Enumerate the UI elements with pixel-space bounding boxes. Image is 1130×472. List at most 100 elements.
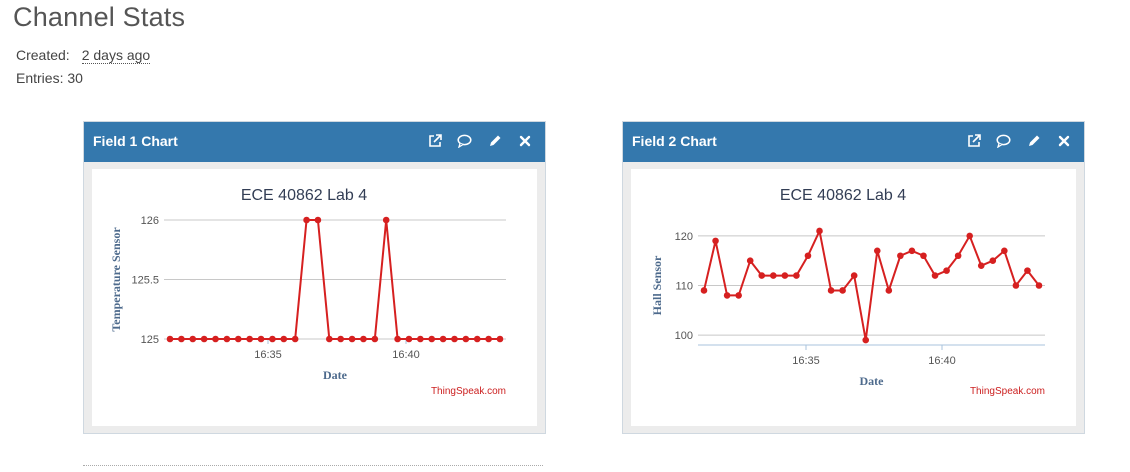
data-point <box>451 335 458 343</box>
x-tick-label: 16:35 <box>254 349 282 361</box>
data-point <box>326 335 333 343</box>
x-tick-label: 16:40 <box>392 349 420 361</box>
data-point <box>781 272 789 279</box>
field-1-chart-panel: Field 1 Chart ECE 40862 Lab 4 125 125.5 126… <box>83 121 546 434</box>
chart-credit: ThingSpeak.com <box>970 386 1045 397</box>
panel-tools <box>426 132 533 150</box>
data-point <box>223 335 231 343</box>
data-point <box>770 272 777 279</box>
data-point <box>793 272 800 279</box>
data-point <box>1012 282 1020 289</box>
data-point <box>758 272 766 279</box>
data-point <box>735 292 742 299</box>
data-point <box>850 272 858 279</box>
data-point <box>839 287 846 294</box>
created-value: 2 days ago <box>81 47 151 64</box>
field-1-line-chart: ECE 40862 Lab 4 125 125.5 126 16:35 16:40 Date… <box>109 187 506 397</box>
x-tick-label: 16:40 <box>928 355 956 367</box>
data-point <box>897 252 904 260</box>
external-link-icon[interactable] <box>426 132 443 150</box>
pencil-icon[interactable] <box>486 132 503 150</box>
external-link-icon[interactable] <box>965 132 982 150</box>
x-tick-label: 16:35 <box>792 355 820 367</box>
entries-value: 30 <box>67 70 83 86</box>
data-point <box>234 335 242 343</box>
data-point <box>462 335 470 343</box>
close-icon[interactable] <box>516 132 533 150</box>
data-point <box>1024 267 1031 274</box>
data-point <box>178 335 185 343</box>
pencil-icon[interactable] <box>1025 132 1042 150</box>
chart-title: ECE 40862 Lab 4 <box>241 187 367 204</box>
data-point <box>746 257 754 265</box>
data-point <box>405 335 413 343</box>
data-point <box>816 227 823 235</box>
y-tick-label: 100 <box>675 330 693 342</box>
x-axis-label: Date <box>860 374 885 388</box>
panel-header: Field 2 Chart <box>623 122 1084 162</box>
data-point <box>1001 247 1008 255</box>
data-point <box>200 335 208 343</box>
data-point <box>257 335 265 343</box>
chart-area: ECE 40862 Lab 4 125 125.5 126 16:35 16:40 Date… <box>92 169 537 426</box>
data-point <box>166 335 174 343</box>
y-axis-label: Hall Sensor <box>650 255 664 315</box>
data-point <box>723 292 731 299</box>
data-point <box>473 335 481 343</box>
data-point <box>862 336 870 344</box>
data-point <box>382 216 390 224</box>
data-point <box>417 335 424 343</box>
data-point <box>1035 282 1043 289</box>
data-point <box>212 335 219 343</box>
data-point <box>804 252 812 260</box>
data-point <box>246 335 253 343</box>
created-info: Created: 2 days ago <box>16 47 151 64</box>
data-point <box>394 335 401 343</box>
comment-icon[interactable] <box>456 132 473 150</box>
panel-title: Field 2 Chart <box>632 133 717 149</box>
data-point <box>348 335 356 343</box>
data-point <box>428 335 436 343</box>
comment-icon[interactable] <box>995 132 1012 150</box>
data-point <box>371 335 379 343</box>
data-point <box>943 267 950 274</box>
data-point <box>931 272 939 279</box>
y-tick-label: 120 <box>675 231 693 243</box>
close-icon[interactable] <box>1055 132 1072 150</box>
data-point <box>827 287 835 294</box>
data-point <box>966 232 973 240</box>
panel-header: Field 1 Chart <box>84 122 545 162</box>
page-title: Channel Stats <box>13 2 186 32</box>
data-point <box>908 247 916 255</box>
divider <box>83 465 543 466</box>
data-point <box>712 237 719 245</box>
data-point <box>496 335 504 343</box>
panel-title: Field 1 Chart <box>93 133 178 149</box>
data-point <box>989 257 997 265</box>
y-tick-label: 110 <box>675 281 693 293</box>
data-point <box>189 335 197 343</box>
data-point <box>439 335 447 343</box>
data-point <box>269 335 276 343</box>
data-point <box>485 335 492 343</box>
created-label: Created: <box>16 47 70 63</box>
data-point <box>291 335 299 343</box>
x-axis-label: Date <box>323 368 348 382</box>
field-2-line-chart: ECE 40862 Lab 4 100 110 120 16:35 16:40 Date Ha… <box>650 187 1045 397</box>
data-point <box>977 262 985 269</box>
data-point <box>700 287 708 294</box>
y-tick-label: 125 <box>141 334 159 346</box>
data-point <box>280 335 288 343</box>
data-point <box>303 216 310 224</box>
y-axis-label: Temperature Sensor <box>109 227 123 332</box>
data-point <box>920 252 927 260</box>
y-tick-label: 126 <box>141 215 159 227</box>
entries-label: Entries: <box>16 70 64 86</box>
data-point <box>360 335 367 343</box>
chart-credit: ThingSpeak.com <box>431 386 506 397</box>
chart-area: ECE 40862 Lab 4 100 110 120 16:35 16:40 Date Ha… <box>631 169 1076 426</box>
data-point <box>873 247 881 255</box>
panel-tools <box>965 132 1072 150</box>
data-point <box>314 216 322 224</box>
data-point <box>885 287 893 294</box>
